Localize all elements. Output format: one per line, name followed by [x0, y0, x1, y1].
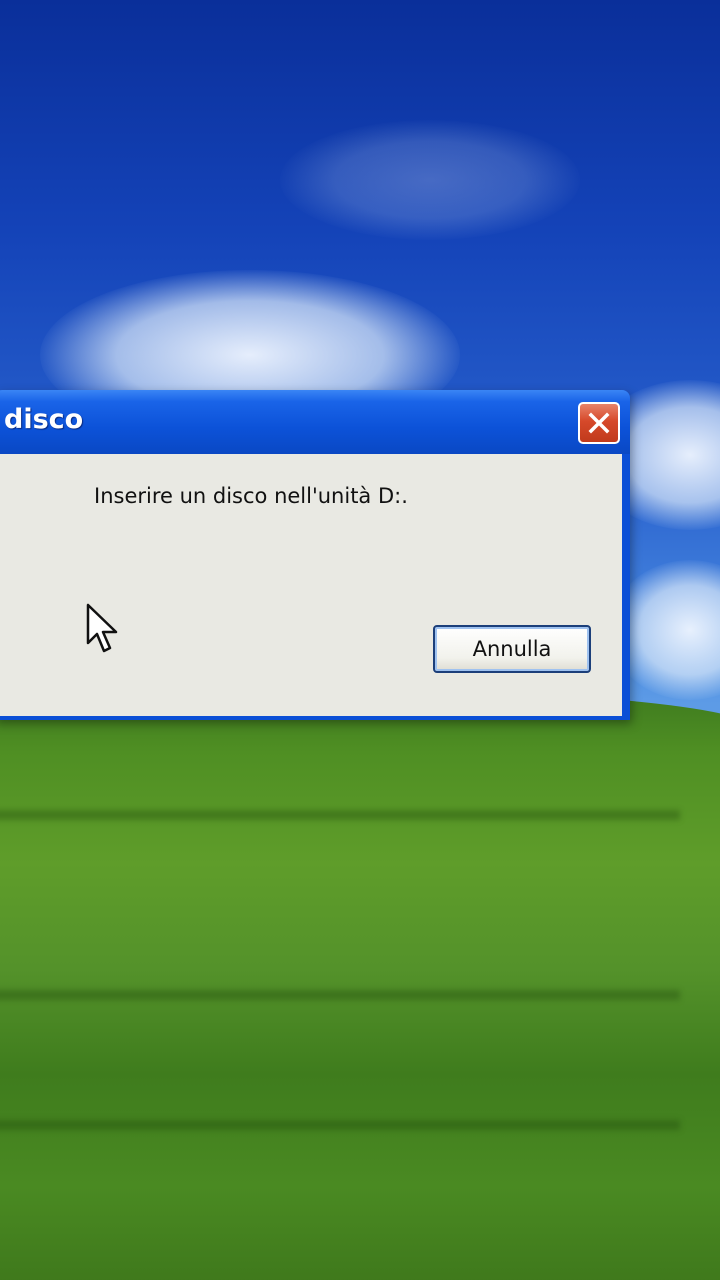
dialog-title: disco	[4, 404, 84, 435]
dialog-titlebar[interactable]: disco	[0, 390, 630, 454]
grass-shadow	[0, 810, 680, 820]
insert-disk-dialog: disco Inserire un disco nell'unità D:. A…	[0, 390, 630, 720]
dialog-message: Inserire un disco nell'unità D:.	[94, 484, 408, 508]
grass-shadow	[0, 1120, 680, 1130]
close-icon	[588, 412, 610, 434]
cancel-button[interactable]: Annulla	[433, 625, 591, 673]
grass-shadow	[0, 990, 680, 1000]
dialog-body: Inserire un disco nell'unità D:. Annulla	[0, 454, 622, 716]
close-button[interactable]	[578, 402, 620, 444]
grass-hill	[0, 690, 720, 1280]
desktop: disco Inserire un disco nell'unità D:. A…	[0, 0, 720, 1280]
mouse-pointer-icon	[86, 603, 120, 659]
cloud	[280, 120, 580, 240]
